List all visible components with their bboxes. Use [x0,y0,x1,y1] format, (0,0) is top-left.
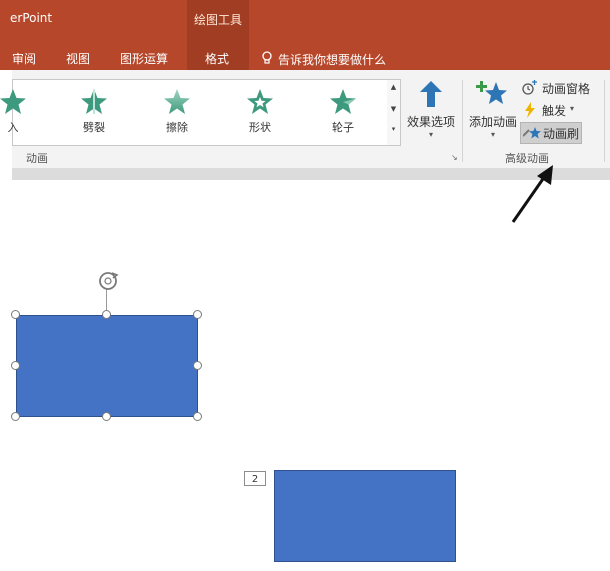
tab-shape-operations[interactable]: 图形运算 [120,50,168,67]
up-arrow-icon [420,81,442,107]
add-animation-label: 添加动画 [468,115,517,129]
app-title: erPoint [10,11,53,25]
lightbulb-icon [262,50,272,64]
animations-group-label: 动画 [26,152,48,165]
gallery-scrollbar[interactable]: ▲ ▼ ▾ [387,79,401,146]
tab-review[interactable]: 审阅 [12,50,36,67]
animation-effects-gallery[interactable]: 入 劈裂 擦除 形状 轮子 [0,79,389,146]
pointer-arrow-icon [511,165,553,223]
star-fly-in-icon [0,89,26,114]
rotate-handle-icon[interactable] [97,270,119,292]
resize-handle-right[interactable] [193,361,202,370]
effect-shape[interactable]: 形状 [230,86,290,142]
animation-painter-label: 动画刷 [543,127,580,141]
resize-handle-top[interactable] [102,310,111,319]
effect-label: 入 [7,121,19,134]
add-animation-button[interactable]: 添加动画 ▾ [466,79,520,139]
add-star-icon [476,81,507,104]
animation-pane-button[interactable]: 动画窗格 [520,78,602,98]
title-bar: erPoint [0,0,610,44]
effect-options-button[interactable]: 效果选项 ▾ [404,79,458,139]
effect-label: 劈裂 [83,121,105,134]
tell-me-search[interactable]: 告诉我你想要做什么 [278,51,386,68]
scroll-down-icon[interactable]: ▼ [389,105,398,113]
resize-handle-left[interactable] [11,361,20,370]
scroll-up-icon[interactable]: ▲ [389,83,398,91]
tab-format[interactable]: 格式 [205,50,229,67]
animation-pane-icon [522,80,537,95]
trigger-button[interactable]: 触发 ▾ [520,100,602,120]
animation-pane-label: 动画窗格 [542,82,591,96]
effect-wipe[interactable]: 擦除 [147,86,207,142]
trigger-label: 触发 [542,104,567,118]
animation-painter-icon [523,127,541,139]
gallery-more-icon[interactable]: ▾ [389,125,398,133]
effect-split[interactable]: 劈裂 [64,86,124,142]
effect-options-label: 效果选项 [406,115,455,129]
animated-rectangle-shape[interactable] [274,470,456,562]
effect-fly-in[interactable]: 入 [0,86,43,142]
animation-painter-button[interactable]: 动画刷 [520,122,582,144]
drawing-tools-label: 绘图工具 [193,13,242,27]
selected-rectangle-shape[interactable] [16,315,198,417]
star-shape-icon [247,89,273,114]
resize-handle-bottom-right[interactable] [193,412,202,421]
star-wheel-icon [330,89,356,114]
animation-order-tag[interactable]: 2 [244,471,266,486]
chevron-down-icon: ▾ [570,104,575,113]
star-wipe-icon [164,89,190,114]
star-split-icon [81,89,107,114]
effect-label: 形状 [249,121,271,134]
resize-handle-top-left[interactable] [11,310,20,319]
lightning-icon [525,102,535,118]
resize-handle-bottom[interactable] [102,412,111,421]
resize-handle-top-right[interactable] [193,310,202,319]
effect-label: 擦除 [166,121,188,134]
effect-wheel[interactable]: 轮子 [313,86,373,142]
group-separator [604,80,605,162]
chevron-down-icon: ▾ [428,130,433,139]
drawing-tools-context-group: 绘图工具 格式 [187,0,249,70]
group-separator [462,80,463,162]
dialog-launcher-icon[interactable]: ↘ [451,153,458,162]
effect-label: 轮子 [332,121,354,134]
tab-view[interactable]: 视图 [66,50,90,67]
chevron-down-icon: ▾ [490,130,495,139]
resize-handle-bottom-left[interactable] [11,412,20,421]
